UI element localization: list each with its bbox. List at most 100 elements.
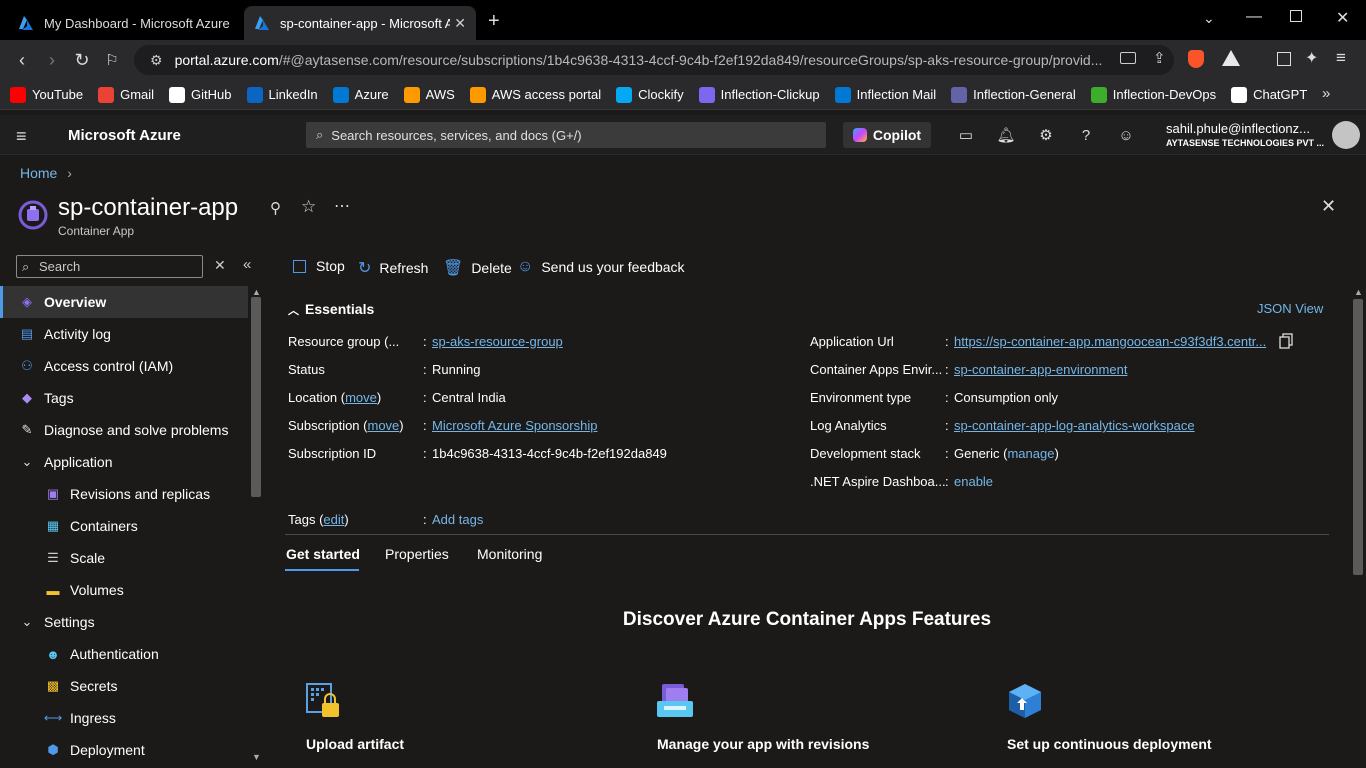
sidebar-item-deployment[interactable]: ⬢ Deployment [0,734,248,766]
bookmark-gmail[interactable]: Gmail [98,86,154,103]
sidebar-toggle-icon[interactable] [1277,52,1291,66]
essentials-value[interactable]: enable [954,474,993,489]
bookmark-inflection-general[interactable]: Inflection-General [951,86,1076,103]
sidebar-item-revisions-and-replicas[interactable]: ▣ Revisions and replicas [0,478,248,510]
tab-monitoring[interactable]: Monitoring [477,546,542,562]
feature-manage-revisions[interactable]: Manage your app with revisions [657,736,869,752]
menu-icon[interactable]: ≡ [1336,48,1346,68]
reload-icon[interactable]: ↻ [70,48,94,72]
sidebar-search-input[interactable]: ⌕ Search [16,255,203,278]
sidebar-item-activity-log[interactable]: ▤ Activity log [0,318,248,350]
copilot-button[interactable]: Copilot [843,122,931,148]
sidebar-item-secrets[interactable]: ▩ Secrets [0,670,248,702]
minimize-icon[interactable]: — [1246,8,1262,26]
close-blade-icon[interactable]: ✕ [1321,196,1336,217]
forward-icon[interactable]: › [40,48,64,72]
edit-tags-link[interactable]: edit [323,512,344,527]
bookmark-clockify[interactable]: Clockify [616,86,684,103]
feature-continuous-deployment[interactable]: Set up continuous deployment [1007,736,1212,752]
browser-tab-container-app[interactable]: sp-container-app - Microsoft A ✕ [244,6,476,40]
essentials-value[interactable]: https://sp-container-app.mangoocean-c93f… [954,334,1266,349]
brave-shields-icon[interactable] [1188,50,1204,68]
json-view-link[interactable]: JSON View [1257,301,1323,316]
essentials-toggle[interactable]: ︿ Essentials [288,301,374,318]
tab-search-icon[interactable]: ⌄ [1203,10,1215,27]
stop-button[interactable]: Stop [293,258,345,274]
help-icon[interactable]: ? [1076,125,1096,145]
bookmark-github[interactable]: GitHub [169,86,232,103]
copy-to-clipboard-icon[interactable] [1279,333,1293,349]
sidebar-item-overview[interactable]: ◈ Overview [0,286,248,318]
back-icon[interactable]: ‹ [10,48,34,72]
avatar[interactable] [1332,121,1360,149]
essentials-label: Log Analytics [810,418,887,433]
new-tab-icon[interactable]: + [488,10,500,33]
essentials-value[interactable]: sp-aks-resource-group [432,334,563,349]
global-search-input[interactable]: ⌕ Search resources, services, and docs (… [306,122,826,148]
essentials-value[interactable]: sp-container-app-environment [954,362,1127,377]
bookmark-youtube[interactable]: YouTube [10,86,83,103]
bookmark-aws-access-portal[interactable]: AWS access portal [469,86,601,103]
bookmark-azure[interactable]: Azure [332,86,389,103]
bookmark-icon[interactable]: ⚐ [100,48,124,72]
bookmark-inflection-clickup[interactable]: Inflection-Clickup [698,86,820,103]
bookmark-chatgpt[interactable]: ChatGPT [1231,86,1307,103]
sidebar-item-ingress[interactable]: ⟷ Ingress [0,702,248,734]
sidebar-item-tags[interactable]: ◆ Tags [0,382,248,414]
sidebar-item-containers[interactable]: ▦ Containers [0,510,248,542]
breadcrumb-home[interactable]: Home [20,165,57,181]
more-options-icon[interactable]: ⋯ [334,196,350,216]
main-scroll-thumb[interactable] [1353,299,1363,575]
revisions-icon: ▣ [46,486,60,501]
add-tags-link[interactable]: Add tags [432,512,483,527]
brave-rewards-icon[interactable] [1222,50,1240,66]
move-link[interactable]: move [345,390,377,405]
essentials-value[interactable]: sp-container-app-log-analytics-workspace [954,418,1195,433]
share-icon[interactable]: ⇪ [1153,49,1166,67]
tab-properties[interactable]: Properties [385,546,449,562]
close-tab-icon[interactable]: ✕ [454,15,466,32]
browser-tab-dashboard[interactable]: My Dashboard - Microsoft Azure [8,6,240,40]
feature-upload-artifact[interactable]: Upload artifact [306,736,404,752]
notifications-icon[interactable]: 🔔︎ [996,125,1016,145]
sidebar-item-settings[interactable]: ⌄ Settings [0,606,248,638]
sidebar-scrollbar[interactable]: ▲ ▼ [248,285,264,768]
sidebar-item-application[interactable]: ⌄ Application [0,446,248,478]
close-window-icon[interactable]: ✕ [1336,8,1349,28]
more-bookmarks-icon[interactable]: » [1322,85,1330,102]
account-menu[interactable]: sahil.phule@inflectionz... AYTASENSE TEC… [1166,121,1324,148]
main-scrollbar[interactable]: ▲ [1350,285,1366,768]
delete-button[interactable]: 🗑︎ Delete [443,258,512,278]
portal-menu-icon[interactable]: ≡ [16,126,27,147]
feedback-icon[interactable]: ☺ [1116,125,1136,145]
pin-icon[interactable]: ⚲ [270,199,281,217]
bookmark-aws[interactable]: AWS [403,86,455,103]
bookmark-inflection-mail[interactable]: Inflection Mail [834,86,936,103]
bookmark-linkedin[interactable]: LinkedIn [246,86,318,103]
sidebar-item-scale[interactable]: ☰ Scale [0,542,248,574]
essentials-value[interactable]: Microsoft Azure Sponsorship [432,418,597,433]
sidebar-item-diagnose-and-solve-problems[interactable]: ✎ Diagnose and solve problems [0,414,248,446]
leo-ai-icon[interactable]: ✦ [1305,48,1318,68]
cast-icon[interactable] [1120,52,1136,64]
url-host: portal.azure.com [174,52,279,68]
feedback-button[interactable]: ☺ Send us your feedback [517,258,685,276]
restore-icon[interactable] [1290,10,1302,22]
site-info-icon[interactable]: ⚙ [150,52,163,69]
clear-filter-icon[interactable]: ✕ [214,257,226,274]
collapse-sidebar-icon[interactable]: « [243,256,251,273]
sidebar-scroll-thumb[interactable] [251,297,261,497]
refresh-button[interactable]: ↻ Refresh [358,258,428,278]
move-link[interactable]: move [367,418,399,433]
sidebar-item-access-control-iam[interactable]: ⚇ Access control (IAM) [0,350,248,382]
sidebar-item-volumes[interactable]: ▬ Volumes [0,574,248,606]
azure-brand[interactable]: Microsoft Azure [68,127,181,144]
tab-get-started[interactable]: Get started [286,546,360,562]
sidebar-item-authentication[interactable]: ☻ Authentication [0,638,248,670]
cloud-shell-icon[interactable]: ▭ [956,125,976,145]
manage-link[interactable]: manage [1007,446,1054,461]
settings-gear-icon[interactable]: ⚙ [1036,125,1056,145]
bookmark-inflection-devops[interactable]: Inflection-DevOps [1090,86,1216,103]
address-bar[interactable]: ⚙ portal.azure.com/#@aytasense.com/resou… [134,45,1174,75]
favorite-star-icon[interactable]: ☆ [301,197,316,217]
